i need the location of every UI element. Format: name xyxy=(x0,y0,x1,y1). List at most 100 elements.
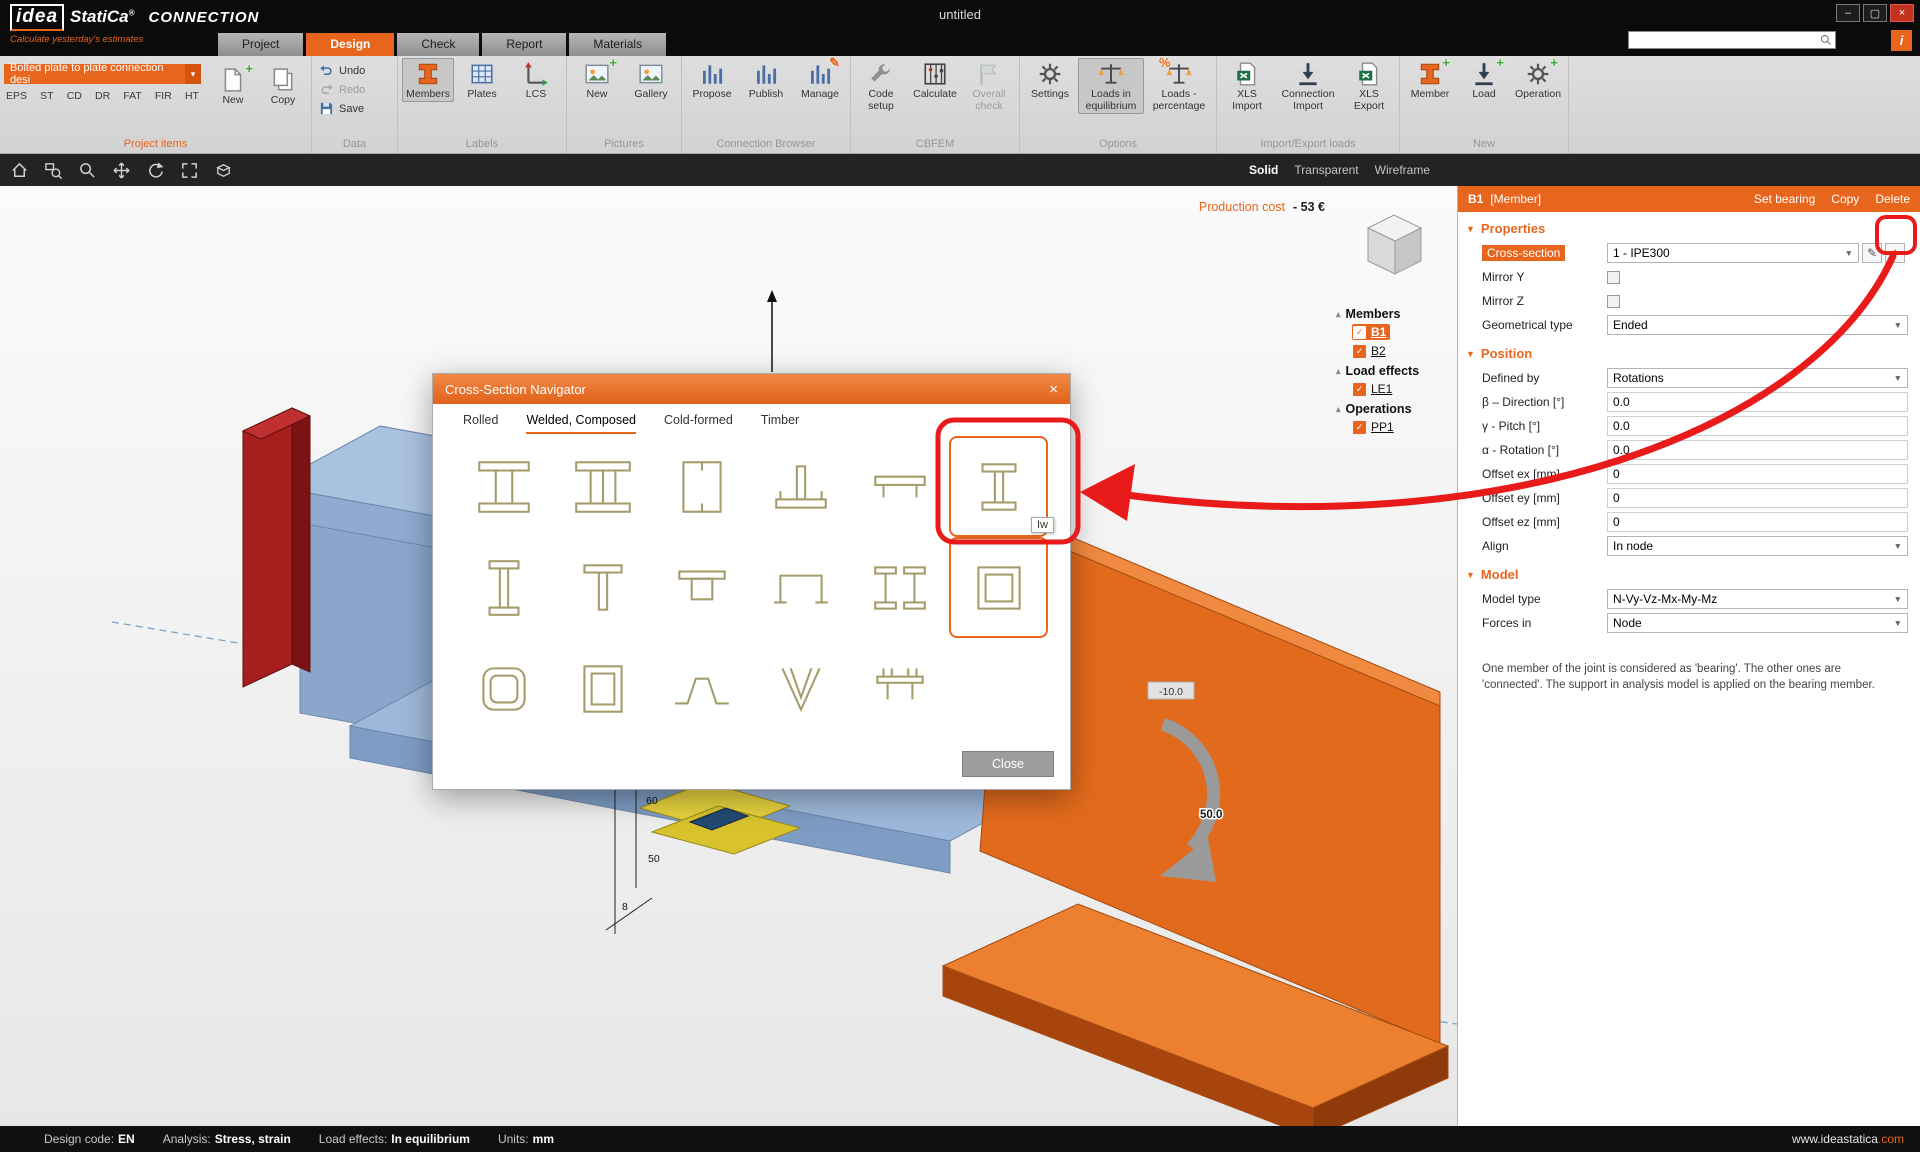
copy-member-button[interactable]: Copy xyxy=(1831,192,1859,206)
checkbox-checked-icon[interactable]: ✓ xyxy=(1353,326,1366,339)
3d-viewport[interactable]: 60 50 8 -10.0 50.0 Produc xyxy=(0,186,1457,1126)
cross-section-option[interactable] xyxy=(554,638,653,739)
copy-project-button[interactable]: Copy xyxy=(259,64,307,108)
tab-welded-composed[interactable]: Welded, Composed xyxy=(526,413,636,434)
tab-report[interactable]: Report xyxy=(482,33,566,56)
cross-section-option[interactable] xyxy=(554,537,653,638)
tab-design[interactable]: Design xyxy=(306,33,394,56)
view-mode-transparent[interactable]: Transparent xyxy=(1294,163,1358,177)
cross-section-option[interactable] xyxy=(850,638,949,739)
zoom-fit-icon[interactable] xyxy=(180,161,199,180)
alpha-rotation-input[interactable]: 0.0 xyxy=(1607,440,1908,460)
collapse-icon[interactable]: ▴ xyxy=(1336,404,1341,415)
align-dropdown[interactable]: In node▼ xyxy=(1607,536,1908,556)
cross-section-option[interactable] xyxy=(752,537,851,638)
cross-section-option[interactable] xyxy=(653,436,752,537)
cross-section-option[interactable] xyxy=(653,537,752,638)
connection-import-button[interactable]: Connection Import xyxy=(1275,58,1341,114)
view-mode-wireframe[interactable]: Wireframe xyxy=(1375,163,1430,177)
tree-item-b2[interactable]: ✓B2 xyxy=(1352,343,1390,359)
search-input[interactable] xyxy=(1629,33,1820,47)
search-box[interactable] xyxy=(1628,31,1836,49)
undo-button[interactable]: Undo xyxy=(316,62,368,79)
connection-type-dropdown[interactable]: Bolted plate to plate connection desi ▾ xyxy=(4,64,201,84)
set-bearing-button[interactable]: Set bearing xyxy=(1754,192,1815,206)
code-cd[interactable]: CD xyxy=(67,90,82,102)
cross-section-option[interactable] xyxy=(850,537,949,638)
beta-direction-input[interactable]: 0.0 xyxy=(1607,392,1908,412)
pan-icon[interactable] xyxy=(112,161,131,180)
labels-members-toggle[interactable]: Members xyxy=(402,58,454,102)
tab-timber[interactable]: Timber xyxy=(761,413,799,434)
tree-item-b1[interactable]: ✓B1 xyxy=(1352,324,1390,340)
cross-section-option[interactable] xyxy=(949,537,1048,638)
manage-button[interactable]: ✎Manage xyxy=(794,58,846,102)
gamma-pitch-input[interactable]: 0.0 xyxy=(1607,416,1908,436)
close-window-button[interactable]: × xyxy=(1890,4,1914,22)
loads-in-equilibrium-toggle[interactable]: Loads in equilibrium xyxy=(1078,58,1144,114)
tree-item-le1[interactable]: ✓LE1 xyxy=(1352,381,1396,397)
code-setup-button[interactable]: Code setup xyxy=(855,58,907,114)
checkbox-checked-icon[interactable]: ✓ xyxy=(1353,421,1366,434)
code-eps[interactable]: EPS xyxy=(6,90,27,102)
code-dr[interactable]: DR xyxy=(95,90,110,102)
cross-section-option[interactable] xyxy=(653,638,752,739)
tab-materials[interactable]: Materials xyxy=(569,33,666,56)
collapse-icon[interactable]: ▼ xyxy=(1466,349,1475,359)
offset-ex-input[interactable]: 0 xyxy=(1607,464,1908,484)
new-operation-button[interactable]: +Operation xyxy=(1512,58,1564,102)
redo-button[interactable]: Redo xyxy=(316,81,368,98)
dialog-title-bar[interactable]: Cross-Section Navigator × xyxy=(433,374,1070,404)
website-link[interactable]: www.ideastatica.com xyxy=(1792,1132,1904,1146)
new-load-button[interactable]: +Load xyxy=(1458,58,1510,102)
save-button[interactable]: Save xyxy=(316,100,367,117)
home-view-icon[interactable] xyxy=(10,161,29,180)
loads-percentage-toggle[interactable]: %Loads - percentage xyxy=(1146,58,1212,114)
code-st[interactable]: ST xyxy=(40,90,53,102)
labels-lcs-toggle[interactable]: LCS xyxy=(510,58,562,102)
cross-section-option[interactable] xyxy=(455,537,554,638)
code-fir[interactable]: FIR xyxy=(155,90,172,102)
close-dialog-button[interactable]: Close xyxy=(962,751,1054,777)
collapse-icon[interactable]: ▼ xyxy=(1466,570,1475,580)
red-end-plate[interactable] xyxy=(243,408,310,687)
cross-section-option[interactable] xyxy=(850,436,949,537)
cross-section-option[interactable] xyxy=(752,436,851,537)
mirror-z-checkbox[interactable] xyxy=(1607,295,1620,308)
checkbox-checked-icon[interactable]: ✓ xyxy=(1353,383,1366,396)
delete-member-button[interactable]: Delete xyxy=(1875,192,1910,206)
picture-new-button[interactable]: +New xyxy=(571,58,623,102)
settings-button[interactable]: Settings xyxy=(1024,58,1076,102)
zoom-window-icon[interactable] xyxy=(44,161,63,180)
offset-ez-input[interactable]: 0 xyxy=(1607,512,1908,532)
collapse-icon[interactable]: ▴ xyxy=(1336,309,1341,320)
cross-section-option[interactable] xyxy=(554,436,653,537)
new-project-button[interactable]: + New xyxy=(209,64,257,108)
model-type-dropdown[interactable]: N-Vy-Vz-Mx-My-Mz▼ xyxy=(1607,589,1908,609)
calculate-button[interactable]: Calculate xyxy=(909,58,961,102)
forces-in-dropdown[interactable]: Node▼ xyxy=(1607,613,1908,633)
publish-button[interactable]: Publish xyxy=(740,58,792,102)
cross-section-option[interactable] xyxy=(752,638,851,739)
navigation-cube[interactable] xyxy=(1368,215,1421,274)
collapse-icon[interactable]: ▼ xyxy=(1466,224,1475,234)
cross-section-option[interactable] xyxy=(455,638,554,739)
add-cross-section-button[interactable]: + xyxy=(1885,243,1905,263)
labels-plates-toggle[interactable]: Plates xyxy=(456,58,508,102)
tab-rolled[interactable]: Rolled xyxy=(463,413,498,434)
code-ht[interactable]: HT xyxy=(185,90,199,102)
rotate-view-icon[interactable] xyxy=(146,161,165,180)
offset-ey-input[interactable]: 0 xyxy=(1607,488,1908,508)
close-icon[interactable]: × xyxy=(1049,381,1058,398)
maximize-button[interactable]: ▢ xyxy=(1863,4,1887,22)
picture-gallery-button[interactable]: Gallery xyxy=(625,58,677,102)
tab-project[interactable]: Project xyxy=(218,33,303,56)
minimize-button[interactable]: – xyxy=(1836,4,1860,22)
new-member-button[interactable]: +Member xyxy=(1404,58,1456,102)
mirror-y-checkbox[interactable] xyxy=(1607,271,1620,284)
tab-cold-formed[interactable]: Cold-formed xyxy=(664,413,733,434)
xls-export-button[interactable]: XLS Export xyxy=(1343,58,1395,114)
edit-cross-section-button[interactable]: ✎ xyxy=(1862,243,1882,263)
clipping-box-icon[interactable] xyxy=(214,161,233,180)
zoom-icon[interactable] xyxy=(78,161,97,180)
